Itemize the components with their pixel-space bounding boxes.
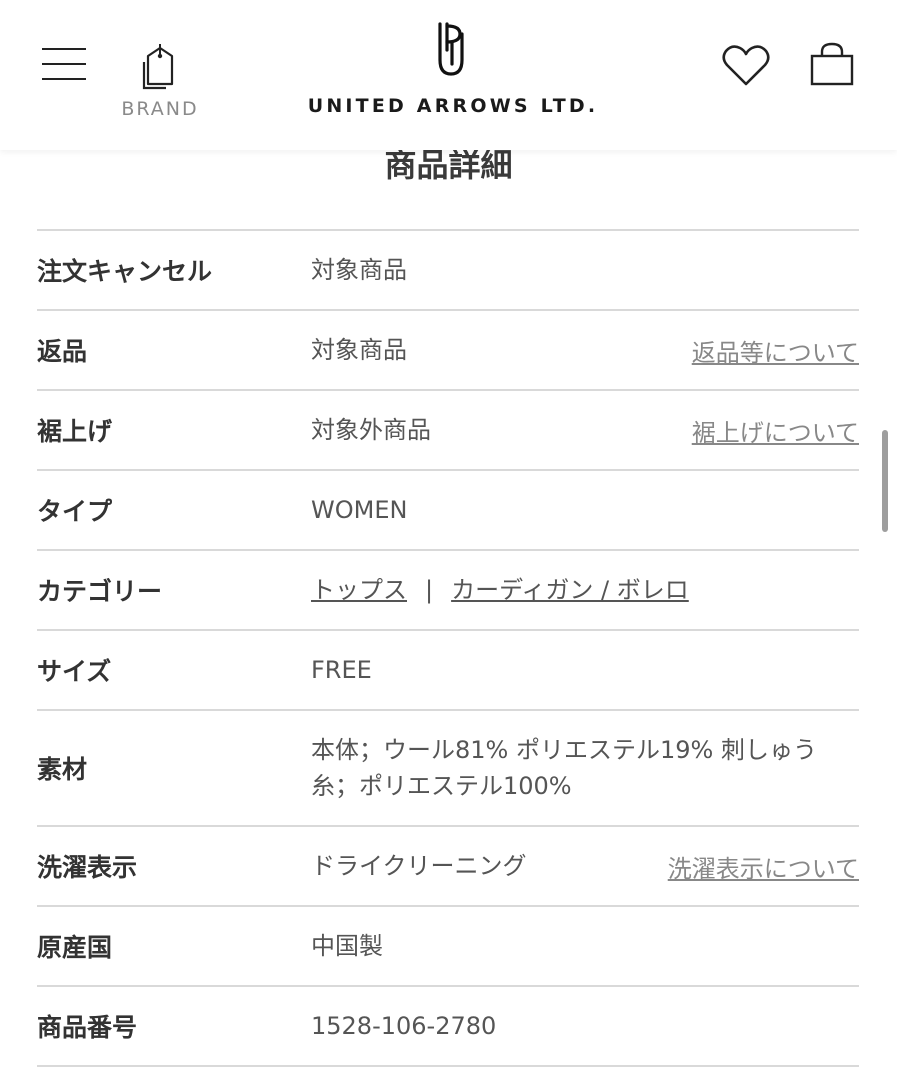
row-value: 中国製 bbox=[311, 932, 383, 960]
row-label: 原産国 bbox=[37, 933, 113, 962]
detail-row-care: 洗濯表示 ドライクリーニング 洗濯表示について bbox=[37, 827, 859, 907]
site-header: BRAND UNITED ARROWS LTD. bbox=[0, 0, 897, 150]
detail-row-returns: 返品 対象商品 返品等について bbox=[37, 311, 859, 391]
detail-row-order-cancel: 注文キャンセル 対象商品 bbox=[37, 231, 859, 311]
returns-info-link[interactable]: 返品等について bbox=[692, 311, 859, 389]
row-label: 商品番号 bbox=[37, 1013, 138, 1042]
row-label: サイズ bbox=[37, 657, 112, 686]
hamburger-menu-icon[interactable] bbox=[40, 42, 88, 86]
row-value: WOMEN bbox=[311, 496, 408, 524]
row-label: 裾上げ bbox=[37, 417, 113, 446]
row-value: ドライクリーニング bbox=[311, 852, 527, 880]
row-value: 対象商品 bbox=[311, 256, 407, 284]
product-details-table: 注文キャンセル 対象商品 返品 対象商品 返品等について 裾上げ 対象外商品 裾… bbox=[37, 229, 859, 1067]
logo[interactable]: UNITED ARROWS LTD. bbox=[298, 20, 608, 125]
row-value: 本体；ウール81% ポリエステル19% 刺しゅう糸；ポリエステル100% bbox=[311, 736, 817, 800]
category-separator: | bbox=[425, 576, 434, 604]
tag-icon bbox=[140, 42, 180, 94]
detail-row-category: カテゴリー トップス | カーディガン / ボレロ bbox=[37, 551, 859, 631]
category-link-cardigan[interactable]: カーディガン / ボレロ bbox=[451, 572, 689, 608]
menu-line bbox=[42, 63, 86, 65]
hemming-info-link[interactable]: 裾上げについて bbox=[692, 391, 859, 469]
detail-row-origin: 原産国 中国製 bbox=[37, 907, 859, 987]
detail-row-hemming: 裾上げ 対象外商品 裾上げについて bbox=[37, 391, 859, 471]
category-link-tops[interactable]: トップス bbox=[311, 572, 407, 608]
detail-row-product-number: 商品番号 1528-106-2780 bbox=[37, 987, 859, 1067]
row-value: 対象外商品 bbox=[311, 416, 431, 444]
row-label: 洗濯表示 bbox=[37, 853, 138, 882]
heart-icon[interactable] bbox=[718, 40, 774, 92]
logo-mark-icon bbox=[434, 20, 468, 82]
scrollbar-thumb[interactable] bbox=[882, 430, 888, 532]
detail-row-type: タイプ WOMEN bbox=[37, 471, 859, 551]
row-value: 対象商品 bbox=[311, 336, 407, 364]
row-label: タイプ bbox=[37, 497, 113, 526]
brand-label: BRAND bbox=[121, 98, 199, 120]
brand-button[interactable]: BRAND bbox=[112, 40, 208, 126]
detail-row-size: サイズ FREE bbox=[37, 631, 859, 711]
category-links: トップス | カーディガン / ボレロ bbox=[311, 551, 689, 629]
shopping-bag-icon[interactable] bbox=[804, 40, 860, 92]
logo-text: UNITED ARROWS LTD. bbox=[307, 95, 599, 117]
menu-line bbox=[42, 48, 86, 50]
row-label: 素材 bbox=[37, 755, 88, 784]
detail-row-material: 素材 本体；ウール81% ポリエステル19% 刺しゅう糸；ポリエステル100% bbox=[37, 711, 859, 827]
care-info-link[interactable]: 洗濯表示について bbox=[668, 827, 859, 905]
row-value: 1528-106-2780 bbox=[311, 1012, 497, 1040]
row-label: カテゴリー bbox=[37, 577, 163, 606]
row-label: 返品 bbox=[37, 337, 88, 366]
row-value: FREE bbox=[311, 656, 372, 684]
row-label: 注文キャンセル bbox=[37, 257, 213, 286]
menu-line bbox=[42, 78, 86, 80]
